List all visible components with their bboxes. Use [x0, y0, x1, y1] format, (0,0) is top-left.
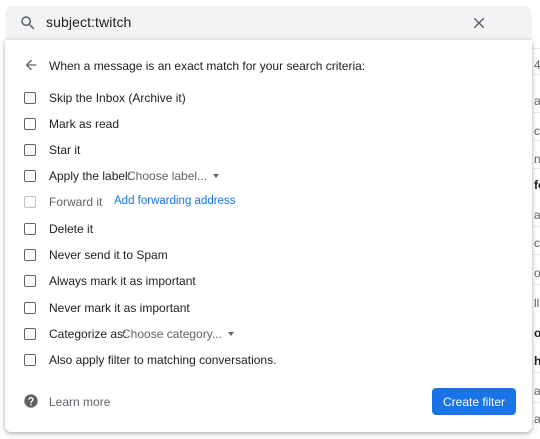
option-always-important[interactable]: Always mark it as important [23, 271, 503, 291]
background-fragment: n [534, 152, 540, 166]
background-fragment: a [534, 384, 540, 398]
mark-as-read-checkbox[interactable] [24, 118, 36, 130]
skip-inbox-checkbox[interactable] [24, 92, 36, 104]
create-filter-button[interactable]: Create filter [432, 388, 516, 415]
chevron-down-icon [227, 331, 234, 336]
background-fragment: av [534, 208, 540, 222]
apply-label-checkbox[interactable] [24, 170, 36, 182]
option-skip-inbox[interactable]: Skip the Inbox (Archive it) [23, 88, 503, 108]
option-label: Star it [49, 143, 81, 157]
close-icon[interactable] [470, 14, 488, 32]
filter-criteria-header: When a message is an exact match for you… [49, 59, 366, 73]
background-fragment: a [534, 412, 540, 426]
option-forward-it[interactable]: Forward it Add forwarding address [23, 192, 503, 212]
learn-more-link[interactable]: Learn more [49, 395, 110, 409]
never-spam-checkbox[interactable] [24, 249, 36, 261]
option-label: Delete it [49, 222, 94, 236]
add-forwarding-address-link[interactable]: Add forwarding address [114, 195, 235, 207]
option-label: Skip the Inbox (Archive it) [49, 91, 186, 105]
search-bar[interactable]: subject:twitch [5, 6, 532, 40]
option-label: Also apply filter to matching conversati… [49, 353, 277, 367]
background-fragment: o [534, 326, 540, 340]
forward-it-checkbox[interactable] [24, 196, 36, 208]
never-important-checkbox[interactable] [24, 302, 36, 314]
chevron-down-icon [213, 173, 220, 178]
background-fragment: c [534, 124, 540, 138]
help-icon[interactable] [23, 393, 39, 409]
option-label: Always mark it as important [49, 274, 196, 288]
dropdown-value: Choose category... [122, 327, 222, 341]
option-label: Categorize as: [49, 327, 127, 341]
option-label: Never mark it as important [49, 301, 190, 315]
background-fragment: or [534, 266, 540, 280]
option-label: Mark as read [49, 117, 120, 131]
option-never-spam[interactable]: Never send it to Spam [23, 245, 503, 265]
delete-it-checkbox[interactable] [24, 223, 36, 235]
option-apply-to-matching[interactable]: Also apply filter to matching conversati… [23, 350, 503, 370]
option-categorize[interactable]: Categorize as: Choose category... [23, 324, 503, 344]
option-apply-label[interactable]: Apply the label: Choose label... [23, 166, 503, 186]
always-important-checkbox[interactable] [24, 275, 36, 287]
background-fragment: cc [534, 236, 540, 250]
option-star-it[interactable]: Star it [23, 140, 503, 160]
search-input[interactable]: subject:twitch [46, 14, 131, 30]
background-fragment: 4- [534, 58, 540, 72]
categorize-checkbox[interactable] [24, 328, 36, 340]
background-fragment: ll [534, 296, 540, 310]
background-fragment: fo [534, 178, 540, 192]
filter-options-panel: When a message is an exact match for you… [5, 40, 532, 432]
background-fragment: h [534, 354, 540, 368]
arrow-back-icon[interactable] [23, 57, 39, 73]
option-label: Forward it [49, 195, 103, 209]
option-label: Never send it to Spam [49, 248, 168, 262]
choose-category-dropdown[interactable]: Choose category... [122, 327, 234, 341]
search-icon[interactable] [19, 14, 37, 32]
option-mark-as-read[interactable]: Mark as read [23, 114, 503, 134]
apply-to-matching-checkbox[interactable] [24, 354, 36, 366]
option-never-important[interactable]: Never mark it as important [23, 298, 503, 318]
option-label: Apply the label: [49, 169, 132, 183]
dropdown-value: Choose label... [127, 169, 208, 183]
background-fragment: a [534, 94, 540, 108]
option-delete-it[interactable]: Delete it [23, 219, 503, 239]
star-it-checkbox[interactable] [24, 144, 36, 156]
choose-label-dropdown[interactable]: Choose label... [127, 169, 220, 183]
